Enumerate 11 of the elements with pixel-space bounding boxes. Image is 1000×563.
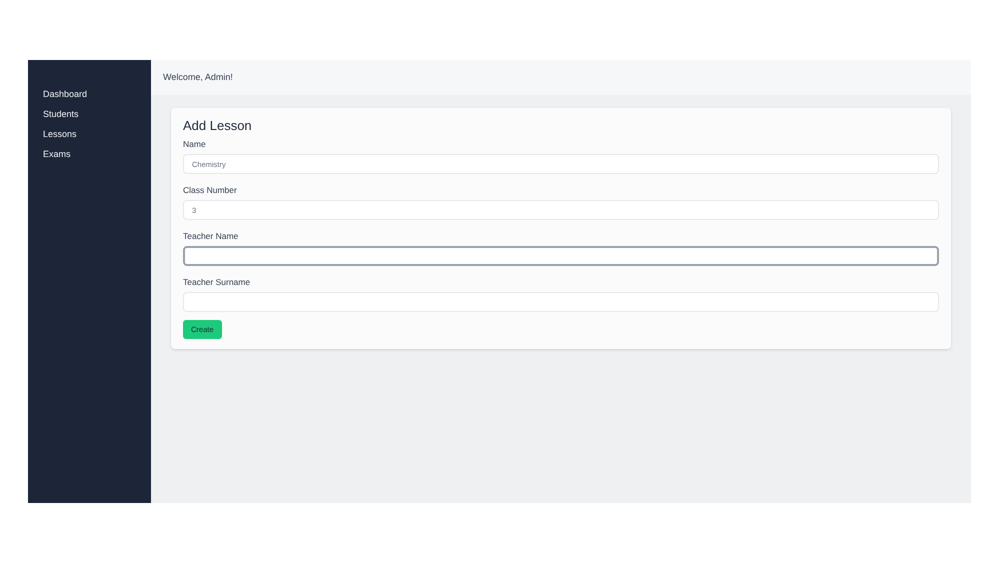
sidebar-item[interactable]: Students <box>43 108 79 120</box>
welcome-text: Welcome, Admin! <box>163 70 233 84</box>
field-label: Name <box>183 138 206 150</box>
field-label: Teacher Name <box>183 230 238 242</box>
sidebar-item[interactable]: Dashboard <box>43 88 88 100</box>
form-title: Add Lesson <box>183 118 252 134</box>
sidebar-item[interactable]: Exams <box>43 148 71 160</box>
field-label: Teacher Surname <box>183 276 250 288</box>
input-field[interactable] <box>183 246 939 266</box>
sidebar-item[interactable]: Lessons <box>43 128 77 140</box>
field-label: Class Number <box>183 184 237 196</box>
